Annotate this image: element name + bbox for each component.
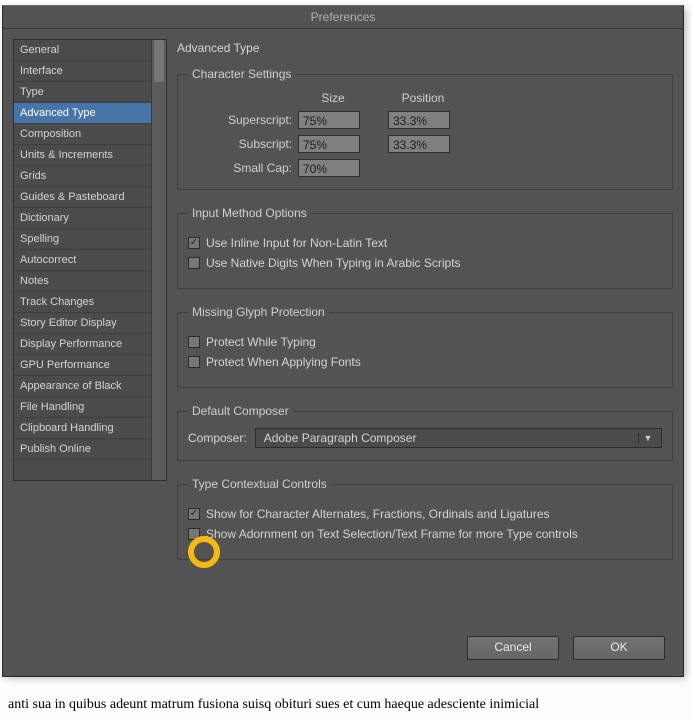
panel-title: Advanced Type xyxy=(177,41,673,55)
composer-label: Composer: xyxy=(188,431,247,445)
sidebar-item-units-increments[interactable]: Units & Increments xyxy=(14,145,152,166)
smallcap-label: Small Cap: xyxy=(188,161,298,175)
chevron-down-icon: ▼ xyxy=(638,433,657,443)
subscript-position-input[interactable]: 33.3% xyxy=(388,135,450,153)
sidebar-item-spelling[interactable]: Spelling xyxy=(14,229,152,250)
superscript-label: Superscript: xyxy=(188,113,298,127)
sidebar-item-display-performance[interactable]: Display Performance xyxy=(14,334,152,355)
sidebar-item-publish-online[interactable]: Publish Online xyxy=(14,439,152,460)
protect-typing-checkbox[interactable] xyxy=(188,336,200,348)
cancel-button[interactable]: Cancel xyxy=(467,636,559,660)
show-alternates-label: Show for Character Alternates, Fractions… xyxy=(206,507,550,521)
subscript-label: Subscript: xyxy=(188,137,298,151)
main-panel: Advanced Type Character Settings Size Po… xyxy=(177,39,673,636)
sidebar-scrollbar[interactable] xyxy=(151,40,166,480)
protect-typing-label: Protect While Typing xyxy=(206,335,316,349)
dialog-title: Preferences xyxy=(3,6,683,29)
sidebar-item-general[interactable]: General xyxy=(14,40,152,61)
protect-fonts-checkbox[interactable] xyxy=(188,356,200,368)
sidebar-item-guides-pasteboard[interactable]: Guides & Pasteboard xyxy=(14,187,152,208)
sidebar-item-grids[interactable]: Grids xyxy=(14,166,152,187)
sidebar-item-track-changes[interactable]: Track Changes xyxy=(14,292,152,313)
composer-select[interactable]: Adobe Paragraph Composer ▼ xyxy=(255,428,662,448)
inline-input-label: Use Inline Input for Non-Latin Text xyxy=(206,236,387,250)
character-settings-group: Character Settings Size Position Supersc… xyxy=(177,67,673,190)
composer-value: Adobe Paragraph Composer xyxy=(264,431,417,445)
size-column-header: Size xyxy=(298,91,368,105)
type-contextual-group: Type Contextual Controls Show for Charac… xyxy=(177,477,673,560)
group-legend: Missing Glyph Protection xyxy=(188,305,329,319)
missing-glyph-group: Missing Glyph Protection Protect While T… xyxy=(177,305,673,388)
inline-input-checkbox[interactable] xyxy=(188,237,200,249)
group-legend: Default Composer xyxy=(188,404,293,418)
group-legend: Character Settings xyxy=(188,67,295,81)
superscript-position-input[interactable]: 33.3% xyxy=(388,111,450,129)
superscript-size-input[interactable]: 75% xyxy=(298,111,360,129)
sidebar-item-advanced-type[interactable]: Advanced Type xyxy=(14,103,152,124)
group-legend: Input Method Options xyxy=(188,206,311,220)
group-legend: Type Contextual Controls xyxy=(188,477,331,491)
dialog-footer: Cancel OK xyxy=(3,636,683,676)
sidebar-item-interface[interactable]: Interface xyxy=(14,61,152,82)
sidebar-item-autocorrect[interactable]: Autocorrect xyxy=(14,250,152,271)
sidebar-item-notes[interactable]: Notes xyxy=(14,271,152,292)
show-alternates-checkbox[interactable] xyxy=(188,508,200,520)
show-adornment-label: Show Adornment on Text Selection/Text Fr… xyxy=(206,527,578,541)
sidebar-item-type[interactable]: Type xyxy=(14,82,152,103)
sidebar-item-dictionary[interactable]: Dictionary xyxy=(14,208,152,229)
subscript-size-input[interactable]: 75% xyxy=(298,135,360,153)
ok-button[interactable]: OK xyxy=(573,636,665,660)
category-list: GeneralInterfaceTypeAdvanced TypeComposi… xyxy=(13,39,167,481)
position-column-header: Position xyxy=(388,91,458,105)
protect-fonts-label: Protect When Applying Fonts xyxy=(206,355,361,369)
preferences-dialog: Preferences GeneralInterfaceTypeAdvanced… xyxy=(2,5,684,677)
sidebar-item-clipboard-handling[interactable]: Clipboard Handling xyxy=(14,418,152,439)
input-method-group: Input Method Options Use Inline Input fo… xyxy=(177,206,673,289)
scrollbar-thumb[interactable] xyxy=(154,40,164,82)
sidebar-item-file-handling[interactable]: File Handling xyxy=(14,397,152,418)
native-digits-checkbox[interactable] xyxy=(188,257,200,269)
native-digits-label: Use Native Digits When Typing in Arabic … xyxy=(206,256,461,270)
default-composer-group: Default Composer Composer: Adobe Paragra… xyxy=(177,404,673,461)
sidebar-item-composition[interactable]: Composition xyxy=(14,124,152,145)
sidebar-item-appearance-of-black[interactable]: Appearance of Black xyxy=(14,376,152,397)
smallcap-size-input[interactable]: 70% xyxy=(298,159,360,177)
sidebar-item-story-editor-display[interactable]: Story Editor Display xyxy=(14,313,152,334)
sidebar-item-gpu-performance[interactable]: GPU Performance xyxy=(14,355,152,376)
show-adornment-checkbox[interactable] xyxy=(188,528,200,540)
